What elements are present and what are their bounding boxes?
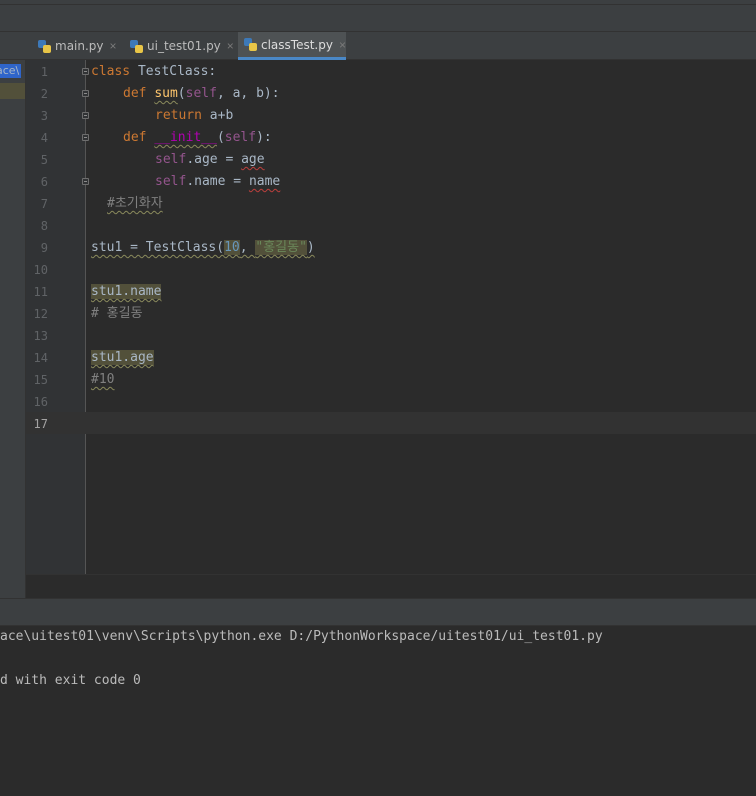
code-line-12[interactable]: # 홍길동 (91, 303, 143, 325)
code-line-3[interactable]: return a+b (155, 105, 233, 127)
code-text: ) (306, 240, 315, 255)
magic-method-name: __init__ (154, 130, 217, 145)
fold-marker-icon[interactable] (82, 178, 89, 185)
python-file-icon (244, 38, 257, 51)
code-line-7[interactable]: #초기화자 (107, 193, 163, 215)
close-icon[interactable]: × (110, 39, 117, 53)
line-number: 9 (40, 241, 48, 255)
function-name: sum (154, 86, 178, 101)
fold-marker-icon[interactable] (82, 68, 89, 75)
number-literal: 10 (224, 240, 240, 255)
editor-horizontal-scrollbar[interactable] (26, 574, 756, 598)
code-line-1[interactable]: class TestClass: (91, 61, 216, 83)
keyword: def (123, 130, 147, 145)
line-number: 4 (40, 131, 48, 145)
line-number: 3 (40, 109, 48, 123)
code-text: stu1.name (91, 284, 162, 299)
code-text: stu1.age (91, 350, 154, 365)
python-file-icon (38, 39, 51, 53)
keyword: def (123, 86, 147, 101)
run-console[interactable]: ace\uitest01\venv\Scripts\python.exe D:/… (0, 626, 756, 796)
tab-label: main.py (55, 39, 104, 53)
code-line-11[interactable]: stu1.name (91, 281, 162, 303)
line-number: 14 (33, 351, 48, 365)
string-literal: "홍길동" (255, 240, 307, 255)
code-text: .name = (186, 174, 249, 189)
unresolved-reference: age (241, 152, 265, 167)
code-text: ( (177, 86, 186, 101)
comment: #초기화자 (107, 196, 163, 211)
code-text: stu1 = TestClass( (91, 240, 225, 255)
tab-label: ui_test01.py (147, 39, 221, 53)
comment: # 홍길동 (91, 306, 143, 321)
line-number: 11 (33, 285, 48, 299)
tab-main-py[interactable]: main.py × (32, 32, 124, 60)
code-line-2[interactable]: def sum(self, a, b): (123, 83, 280, 105)
line-number: 8 (40, 219, 48, 233)
line-number: 2 (40, 87, 48, 101)
line-number: 7 (40, 197, 48, 211)
code-line-15[interactable]: #10 (91, 369, 114, 391)
fold-marker-icon[interactable] (82, 90, 89, 97)
code-text: , (239, 240, 256, 255)
code-text: ): (256, 130, 272, 145)
editor-tab-bar: main.py × ui_test01.py × classTest.py × (0, 32, 756, 60)
code-text: , a, b): (216, 86, 280, 101)
line-number: 15 (33, 373, 48, 387)
line-number-current: 17 (33, 417, 48, 431)
python-file-icon (130, 39, 143, 53)
line-number: 13 (33, 329, 48, 343)
project-selected-row[interactable] (0, 83, 25, 99)
close-icon[interactable]: × (227, 39, 234, 53)
tab-classtest-py[interactable]: classTest.py × (238, 32, 346, 60)
code-line-14[interactable]: stu1.age (91, 347, 154, 369)
code-text: .age = (186, 152, 242, 167)
tab-ui-test01-py[interactable]: ui_test01.py × (124, 32, 234, 60)
close-icon[interactable]: × (339, 38, 346, 52)
code-line-6[interactable]: self.name = name (155, 171, 280, 193)
self-keyword: self (155, 174, 187, 189)
line-number: 1 (40, 65, 48, 79)
self-keyword: self (155, 152, 187, 167)
unresolved-reference: name (248, 174, 281, 189)
fold-marker-icon[interactable] (82, 112, 89, 119)
code-text: ( (216, 130, 225, 145)
run-tool-window-header (0, 598, 756, 626)
keyword: class (91, 64, 131, 79)
self-keyword: self (224, 130, 257, 145)
code-text: a+b (201, 108, 234, 123)
line-number: 5 (40, 153, 48, 167)
console-line: d with exit code 0 (0, 673, 141, 688)
line-number: 6 (40, 175, 48, 189)
console-line: ace\uitest01\venv\Scripts\python.exe D:/… (0, 629, 603, 644)
comment: #10 (91, 372, 115, 387)
line-number: 12 (33, 307, 48, 321)
code-line-9[interactable]: stu1 = TestClass(10, "홍길동") (91, 237, 315, 259)
line-number: 10 (33, 263, 48, 277)
code-line-4[interactable]: def __init__(self): (123, 127, 272, 149)
project-panel[interactable]: ace\ (0, 60, 26, 598)
line-number: 16 (33, 395, 48, 409)
toolbar (0, 4, 756, 32)
current-line-highlight (26, 412, 756, 434)
fold-marker-icon[interactable] (82, 134, 89, 141)
code-line-5[interactable]: self.age = age (155, 149, 265, 171)
self-keyword: self (185, 86, 217, 101)
tab-label: classTest.py (261, 37, 333, 52)
code-text: TestClass: (130, 64, 217, 79)
keyword: return (155, 108, 202, 123)
project-path-crumb[interactable]: ace\ (0, 64, 22, 78)
